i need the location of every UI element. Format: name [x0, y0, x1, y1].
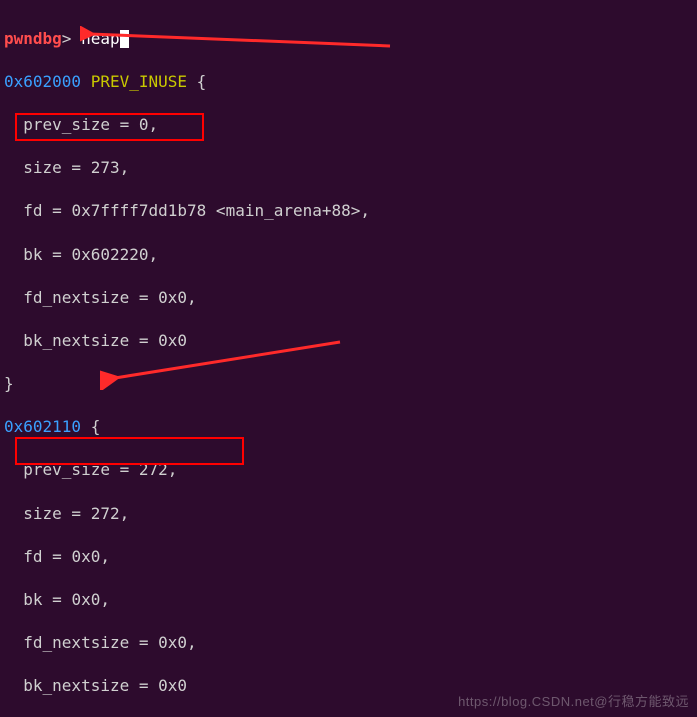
prompt-gt: >	[62, 29, 72, 48]
chunk1-fd-nextsize: fd_nextsize = 0x0,	[4, 632, 687, 654]
chunk0-flag: PREV_INUSE	[91, 72, 187, 91]
chunk1-bk: bk = 0x0,	[4, 589, 687, 611]
terminal-output: pwndbg> heap 0x602000 PREV_INUSE { prev_…	[0, 0, 697, 717]
chunk1-fd: fd = 0x0,	[4, 546, 687, 568]
chunk0-prev-size: prev_size = 0,	[4, 114, 687, 136]
command-text: heap	[81, 29, 120, 48]
chunk1-header: 0x602110 {	[4, 416, 687, 438]
chunk0-header: 0x602000 PREV_INUSE {	[4, 71, 687, 93]
chunk0-size: size = 273,	[4, 157, 687, 179]
chunk0-addr: 0x602000	[4, 72, 81, 91]
cursor-icon	[120, 30, 129, 48]
prompt-line[interactable]: pwndbg> heap	[4, 28, 687, 50]
chunk0-fd-nextsize: fd_nextsize = 0x0,	[4, 287, 687, 309]
chunk0-bk-nextsize: bk_nextsize = 0x0	[4, 330, 687, 352]
chunk0-close: }	[4, 373, 687, 395]
chunk1-addr: 0x602110	[4, 417, 81, 436]
chunk0-fd: fd = 0x7ffff7dd1b78 <main_arena+88>,	[4, 200, 687, 222]
chunk1-prev-size: prev_size = 272,	[4, 459, 687, 481]
prompt-text: pwndbg	[4, 29, 62, 48]
chunk1-size: size = 272,	[4, 503, 687, 525]
chunk0-bk: bk = 0x602220,	[4, 244, 687, 266]
watermark-text: https://blog.CSDN.net@行稳方能致远	[458, 693, 689, 711]
